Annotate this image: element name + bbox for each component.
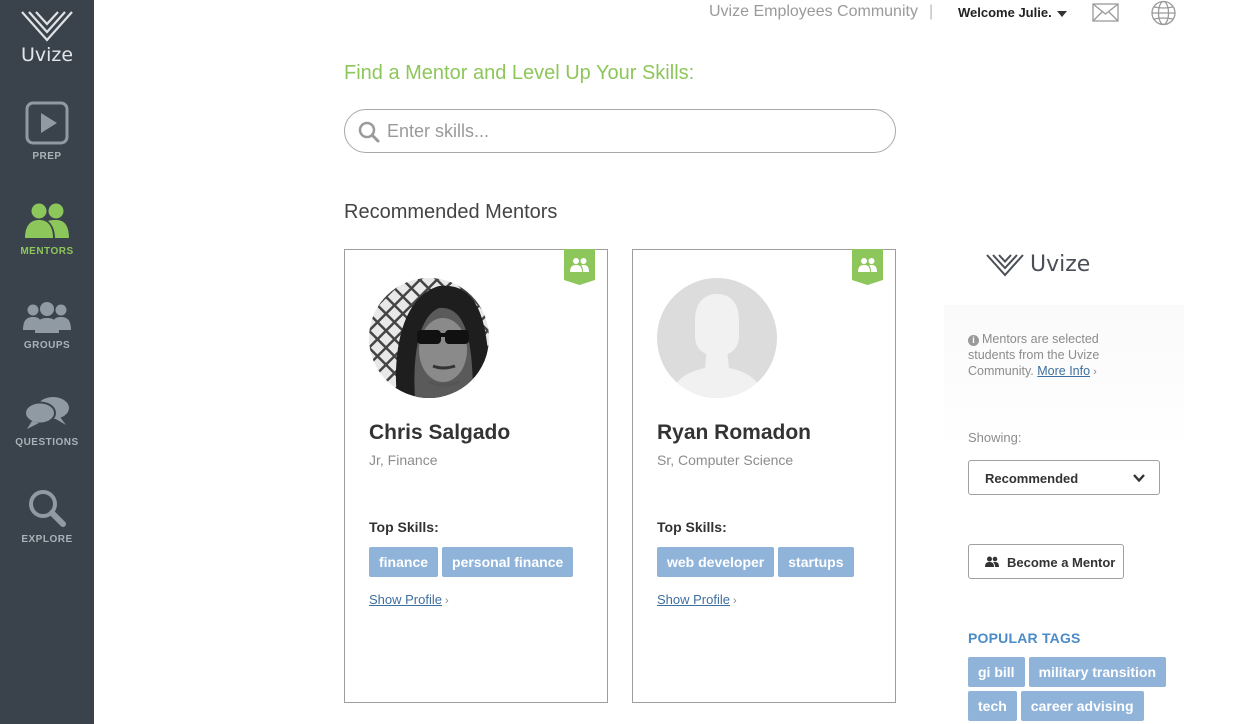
show-profile-label[interactable]: Show Profile [369,592,442,607]
avatar[interactable] [369,278,489,398]
uvize-logo-icon [986,253,1024,276]
mentor-badge-icon [564,249,595,285]
mentors-icon [985,556,999,567]
mentor-badge-icon [852,249,883,285]
popular-tags-title: POPULAR TAGS [968,630,1081,646]
sidebar-item-label: GROUPS [23,340,71,351]
mentor-info: i Mentors are selected students from the … [968,331,1118,380]
section-title: Recommended Mentors [344,201,558,223]
brand-text: Uvize [1030,252,1091,277]
avatar-placeholder[interactable] [657,278,777,398]
skill-tags: web developer startups [657,547,854,577]
search-icon [358,121,380,143]
chevron-right-icon: › [444,595,449,607]
play-icon [25,101,69,145]
chevron-down-icon [1133,474,1145,483]
search-icon [29,490,66,527]
sidebar-item-label: MENTORS [20,246,74,257]
topbar-separator: | [929,3,934,20]
top-skills-label: Top Skills: [369,519,439,535]
chat-icon [24,397,69,429]
page-headline: Find a Mentor and Level Up Your Skills: [344,62,695,84]
showing-dropdown[interactable]: Recommended [968,460,1160,495]
globe-icon[interactable] [1150,0,1177,26]
logo-text: Uvize [20,44,74,66]
popular-tags-row: tech career advising [968,691,1144,721]
more-info-link[interactable]: More Info [1037,364,1090,378]
mentor-subtitle: Sr, Computer Science [657,452,794,468]
popular-tag[interactable]: career advising [1020,691,1144,721]
mentor-card: Chris Salgado Jr, Finance Top Skills: fi… [344,249,608,703]
caret-down-icon [1056,10,1067,17]
showing-label: Showing: [968,430,1022,445]
sidebar-item-label: PREP [32,151,62,162]
show-profile-link[interactable]: Show Profile › [369,592,449,607]
mentors-icon [25,203,69,238]
uvize-logo-icon [21,11,73,42]
mentor-subtitle: Jr, Finance [369,452,438,468]
mentor-name[interactable]: Ryan Romadon [657,421,811,445]
welcome-text: Welcome Julie. [958,5,1052,20]
chevron-right-icon: › [732,595,737,607]
selected-value: Recommended [985,471,1079,486]
user-menu[interactable]: Welcome Julie. [958,5,1067,20]
become-mentor-button[interactable]: Become a Mentor [968,544,1124,579]
sidebar-item-prep[interactable]: PREP [0,101,94,162]
skill-tags: finance personal finance [369,547,574,577]
top-skills-label: Top Skills: [657,519,727,535]
mentor-name[interactable]: Chris Salgado [369,421,510,445]
sidebar-item-label: QUESTIONS [15,437,79,448]
chevron-right-icon: › [1093,366,1097,378]
sidebar-item-explore[interactable]: EXPLORE [0,488,94,545]
mentor-card: Ryan Romadon Sr, Computer Science Top Sk… [632,249,896,703]
community-name[interactable]: Uvize Employees Community [709,3,918,21]
popular-tag[interactable]: tech [968,691,1017,721]
sidebar-item-label: EXPLORE [21,534,73,545]
avatar-photo [369,278,489,398]
sidebar-item-questions[interactable]: QUESTIONS [0,395,94,448]
popular-tag[interactable]: military transition [1028,657,1167,687]
groups-icon [23,302,71,333]
uvize-logo[interactable]: Uvize [0,10,94,66]
skills-search[interactable] [344,109,896,153]
sidebar-item-groups[interactable]: GROUPS [0,302,94,351]
mail-icon[interactable] [1092,3,1119,22]
skill-tag[interactable]: personal finance [442,547,574,577]
skill-tag[interactable]: startups [778,547,854,577]
sidebar: Uvize PREP MENTORS GROUPS QUESTIONS EXPL… [0,0,94,724]
skills-search-input[interactable] [387,116,877,146]
become-mentor-label: Become a Mentor [1007,555,1116,570]
default-avatar-icon [657,278,777,398]
show-profile-label[interactable]: Show Profile [657,592,730,607]
popular-tag[interactable]: gi bill [968,657,1025,687]
skill-tag[interactable]: finance [369,547,439,577]
info-icon: i [968,335,979,346]
sidebar-item-mentors[interactable]: MENTORS [0,202,94,257]
uvize-brand: Uvize [986,252,1090,277]
show-profile-link[interactable]: Show Profile › [657,592,737,607]
popular-tags-row: gi bill military transition [968,657,1167,687]
skill-tag[interactable]: web developer [657,547,775,577]
